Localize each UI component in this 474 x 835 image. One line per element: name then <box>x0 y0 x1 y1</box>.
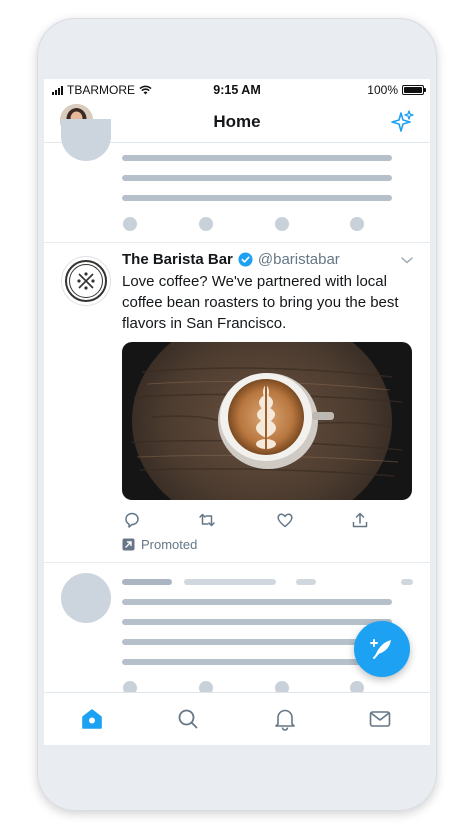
placeholder-dot <box>350 217 364 231</box>
placeholder-line <box>184 579 276 585</box>
latte-art-image <box>122 342 412 500</box>
tweet-header: The Barista Bar @baristabar <box>122 251 412 268</box>
placeholder-dot <box>123 217 137 231</box>
compose-tweet-icon <box>370 639 391 659</box>
placeholder-line <box>122 599 392 605</box>
notifications-icon[interactable] <box>272 706 298 732</box>
battery-percent: 100% <box>367 83 398 97</box>
author-handle[interactable]: @baristabar <box>258 251 340 268</box>
placeholder-line <box>122 619 392 625</box>
divider <box>44 562 430 563</box>
tweet-text: Love coffee? We've partnered with local … <box>122 273 399 332</box>
placeholder-line <box>122 579 172 585</box>
bottom-tab-bar <box>44 692 430 745</box>
placeholder-line <box>122 155 392 161</box>
tweet-actions <box>122 510 382 530</box>
barista-logo-icon <box>65 260 107 302</box>
battery-icon <box>402 85 426 95</box>
messages-icon[interactable] <box>367 706 393 732</box>
placeholder-dot <box>199 217 213 231</box>
app-screen: TBARMORE 9:15 AM 100% Home The Barista B… <box>44 79 430 745</box>
like-icon[interactable] <box>275 510 295 530</box>
verified-badge-icon <box>238 252 253 267</box>
placeholder-avatar <box>61 119 111 161</box>
promoted-icon <box>122 538 135 551</box>
placeholder-dot <box>275 217 289 231</box>
chevron-down-icon[interactable] <box>400 255 414 265</box>
search-icon[interactable] <box>175 706 201 732</box>
author-name[interactable]: The Barista Bar <box>122 251 233 268</box>
placeholder-line <box>122 175 392 181</box>
barista-bar-avatar[interactable] <box>61 256 111 306</box>
share-icon[interactable] <box>350 510 370 530</box>
promoted-tweet[interactable]: The Barista Bar @baristabar Love coffee?… <box>44 243 430 561</box>
promoted-label[interactable]: Promoted <box>122 537 197 552</box>
promoted-text: Promoted <box>141 537 198 552</box>
placeholder-line <box>122 195 392 201</box>
status-right: 100% <box>367 83 426 97</box>
placeholder-line <box>296 579 316 585</box>
latte-art-photo[interactable] <box>122 342 412 500</box>
placeholder-line <box>122 639 392 645</box>
reply-icon[interactable] <box>122 510 142 530</box>
sparkle-icon[interactable] <box>388 108 416 136</box>
placeholder-line <box>122 659 392 665</box>
battery-fill <box>404 87 422 93</box>
compose-tweet-button[interactable] <box>354 621 410 677</box>
placeholder-avatar <box>61 573 111 623</box>
status-bar: TBARMORE 9:15 AM 100% <box>44 79 430 101</box>
retweet-icon[interactable] <box>197 510 217 530</box>
home-icon[interactable] <box>79 706 105 732</box>
placeholder-line <box>401 579 413 585</box>
